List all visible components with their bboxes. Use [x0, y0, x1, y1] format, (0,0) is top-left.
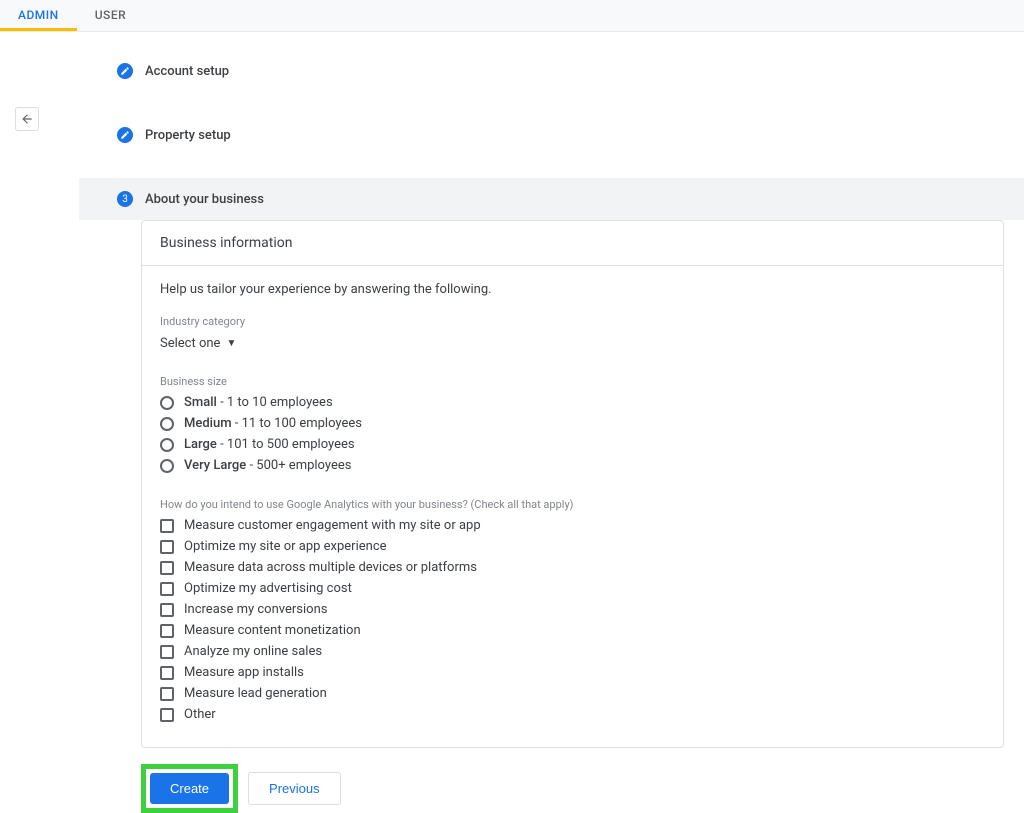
radio-icon	[160, 396, 174, 410]
check-engagement[interactable]: Measure customer engagement with my site…	[160, 515, 985, 536]
checkbox-icon	[160, 666, 174, 680]
radio-medium[interactable]: Medium - 11 to 100 employees	[160, 413, 985, 434]
check-increase-conversions[interactable]: Increase my conversions	[160, 599, 985, 620]
check-optimize-ad-cost[interactable]: Optimize my advertising cost	[160, 578, 985, 599]
checkbox-icon	[160, 561, 174, 575]
step-label: Account setup	[145, 64, 229, 79]
check-other[interactable]: Other	[160, 704, 985, 725]
step-property-setup[interactable]: Property setup	[79, 114, 1024, 156]
step-number-icon: 3	[117, 191, 133, 207]
industry-category-label: Industry category	[160, 315, 985, 328]
content: Account setup Property setup 3 About you…	[36, 32, 1024, 813]
radio-very-large[interactable]: Very Large - 500+ employees	[160, 455, 985, 476]
check-app-installs[interactable]: Measure app installs	[160, 662, 985, 683]
card-title: Business information	[142, 221, 1003, 266]
back-button[interactable]	[15, 107, 39, 131]
radio-icon	[160, 438, 174, 452]
checkbox-icon	[160, 582, 174, 596]
edit-icon	[117, 63, 133, 79]
check-measure-devices[interactable]: Measure data across multiple devices or …	[160, 557, 985, 578]
arrow-left-icon	[20, 112, 34, 126]
chevron-down-icon: ▼	[226, 338, 236, 349]
select-value: Select one	[160, 336, 220, 351]
check-content-monetization[interactable]: Measure content monetization	[160, 620, 985, 641]
check-online-sales[interactable]: Analyze my online sales	[160, 641, 985, 662]
step-about-business: 3 About your business	[79, 178, 1024, 220]
tab-admin[interactable]: ADMIN	[0, 0, 77, 31]
tab-user[interactable]: USER	[77, 0, 144, 31]
check-optimize-experience[interactable]: Optimize my site or app experience	[160, 536, 985, 557]
create-button[interactable]: Create	[150, 773, 229, 804]
industry-category-select[interactable]: Select one ▼	[160, 332, 985, 355]
business-size-label: Business size	[160, 375, 985, 388]
previous-button[interactable]: Previous	[248, 772, 341, 805]
step-label: About your business	[145, 192, 264, 207]
intent-label: How do you intend to use Google Analytic…	[160, 498, 985, 511]
action-row: Create Previous	[141, 764, 1024, 813]
radio-small[interactable]: Small - 1 to 10 employees	[160, 392, 985, 413]
checkbox-icon	[160, 645, 174, 659]
help-text: Help us tailor your experience by answer…	[160, 282, 985, 297]
radio-icon	[160, 459, 174, 473]
checkbox-icon	[160, 624, 174, 638]
setup-timeline: Account setup Property setup 3 About you…	[79, 50, 1024, 220]
intent-group: Measure customer engagement with my site…	[160, 515, 985, 725]
edit-icon	[117, 127, 133, 143]
checkbox-icon	[160, 603, 174, 617]
left-rail	[0, 32, 36, 813]
checkbox-icon	[160, 708, 174, 722]
checkbox-icon	[160, 687, 174, 701]
business-size-group: Small - 1 to 10 employees Medium - 11 to…	[160, 392, 985, 476]
step-account-setup[interactable]: Account setup	[79, 50, 1024, 92]
radio-large[interactable]: Large - 101 to 500 employees	[160, 434, 985, 455]
checkbox-icon	[160, 540, 174, 554]
create-highlight: Create	[141, 764, 238, 813]
checkbox-icon	[160, 519, 174, 533]
top-tabs: ADMIN USER	[0, 0, 1024, 32]
check-lead-generation[interactable]: Measure lead generation	[160, 683, 985, 704]
step-label: Property setup	[145, 128, 231, 143]
business-info-card: Business information Help us tailor your…	[141, 220, 1004, 748]
radio-icon	[160, 417, 174, 431]
